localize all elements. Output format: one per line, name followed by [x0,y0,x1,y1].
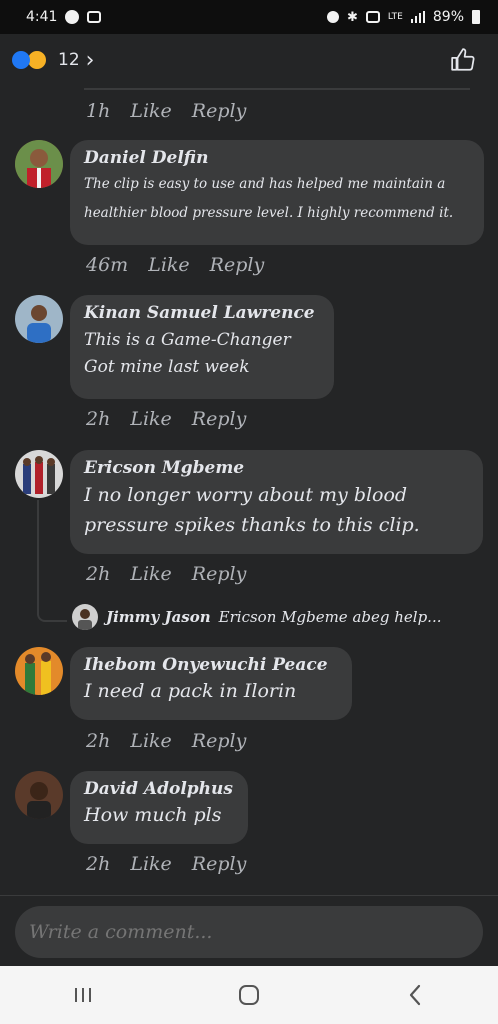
comment-text: I no longer worry about my blood pressur… [84,484,420,536]
reply-button[interactable]: Reply [192,563,247,585]
chevron-right-icon: › [85,47,95,73]
avatar[interactable] [15,295,63,343]
comment-bubble: Kinan Samuel Lawrence This is a Game-Cha… [70,295,334,399]
comment-meta: 46m Like Reply [86,254,264,276]
comment-time: 2h [86,730,111,752]
bluetooth-icon: ✱ [347,9,358,25]
recent-apps-icon [75,988,91,1002]
recent-apps-button[interactable] [53,975,113,1015]
comment-text: The clip is easy to use and has helped m… [84,176,454,221]
comment-meta: 2h Like Reply [86,730,246,752]
commenter-name[interactable]: David Adolphus [84,779,234,799]
comment-meta: 2h Like Reply [86,408,246,430]
comment-time: 2h [86,853,111,875]
comment-text: This is a Game-Changer Got mine last wee… [84,330,291,377]
like-button[interactable]: Like [148,254,189,276]
nested-reply[interactable]: Jimmy Jason Ericson Mgbeme abeg help... [72,604,441,630]
home-icon [239,985,259,1005]
back-button[interactable] [385,975,445,1015]
comment-text: I need a pack in Ilorin [84,680,297,702]
battery-percent: 89% [432,9,464,25]
lock-icon [365,11,380,23]
divider [84,88,470,90]
status-time: 4:41 [26,9,58,25]
home-button[interactable] [219,975,279,1015]
like-button[interactable]: Like [130,563,171,585]
avatar[interactable] [72,604,98,630]
comment-meta: 1h Like Reply [86,100,246,122]
thread-connector [37,614,67,622]
comment-bubble: Daniel Delfin The clip is easy to use an… [70,140,484,245]
back-icon [409,984,421,1006]
comment-meta: 2h Like Reply [86,563,246,585]
comment-time: 1h [86,100,111,122]
commenter-name[interactable]: Ihebom Onyewuchi Peace [84,655,338,675]
notification-icon [65,10,80,24]
comment-text: How much pls [84,804,222,826]
battery-icon [472,10,480,24]
avatar[interactable] [15,450,63,498]
reply-button[interactable]: Reply [192,408,247,430]
comment-bubble: Ericson Mgbeme I no longer worry about m… [70,450,483,554]
avatar[interactable] [15,140,63,188]
commenter-name[interactable]: Ericson Mgbeme [84,458,469,478]
thread-line [37,500,39,615]
reply-preview: Ericson Mgbeme abeg help... [218,608,442,626]
alarm-icon [327,11,339,23]
like-button[interactable]: Like [130,730,171,752]
comment-meta: 2h Like Reply [86,853,246,875]
status-bar: 4:41 ✱ LTE 89% [0,0,498,34]
like-button[interactable]: Like [130,853,171,875]
signal-icon [410,11,425,23]
reply-button[interactable]: Reply [192,853,247,875]
reply-button[interactable]: Reply [210,254,265,276]
comment-bubble: David Adolphus How much pls [70,771,248,844]
reply-button[interactable]: Reply [192,100,247,122]
like-button[interactable]: Like [130,408,171,430]
like-reaction-icon [12,51,30,69]
reaction-count: 12 [58,50,80,70]
system-nav-bar [0,966,498,1024]
reactions-header: 12 › [0,34,498,86]
comment-input[interactable] [15,906,483,958]
reactions-summary[interactable]: 12 › [12,48,94,73]
reply-button[interactable]: Reply [192,730,247,752]
comment-bubble: Ihebom Onyewuchi Peace I need a pack in … [70,647,352,720]
thumbs-up-icon [451,48,475,71]
like-button[interactable]: Like [130,100,171,122]
comment-time: 2h [86,408,111,430]
message-icon [87,11,102,23]
commenter-name[interactable]: Kinan Samuel Lawrence [84,303,320,323]
network-type: LTE [387,12,403,22]
comment-time: 2h [86,563,111,585]
like-post-button[interactable] [450,47,476,73]
avatar[interactable] [15,647,63,695]
comment-time: 46m [86,254,129,276]
reply-author[interactable]: Jimmy Jason [106,608,211,626]
avatar[interactable] [15,771,63,819]
commenter-name[interactable]: Daniel Delfin [84,148,470,168]
